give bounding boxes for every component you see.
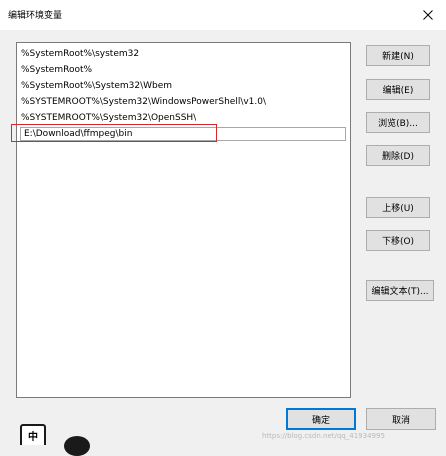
delete-button[interactable]: 删除(D)	[366, 145, 430, 166]
move-down-button[interactable]: 下移(O)	[366, 230, 430, 251]
edit-text-button[interactable]: 编辑文本(T)...	[366, 280, 434, 301]
ime-indicator[interactable]: 中	[20, 424, 46, 445]
path-list-item[interactable]: %SystemRoot%\system32	[21, 47, 139, 61]
edit-button[interactable]: 编辑(E)	[366, 79, 430, 100]
title-bar: 编辑环境变量	[0, 0, 446, 30]
new-button[interactable]: 新建(N)	[366, 45, 430, 66]
browse-button[interactable]: 浏览(B)...	[366, 112, 430, 133]
close-icon[interactable]	[418, 6, 438, 24]
move-up-button[interactable]: 上移(U)	[366, 197, 430, 218]
watermark: https://blog.csdn.net/qq_41934995	[262, 432, 385, 440]
path-list-item[interactable]: %SYSTEMROOT%\System32\OpenSSH\	[21, 111, 196, 125]
window-title: 编辑环境变量	[8, 11, 63, 21]
path-list-item[interactable]: %SystemRoot%	[21, 63, 92, 77]
path-list-item[interactable]: %SYSTEMROOT%\System32\WindowsPowerShell\…	[21, 95, 266, 109]
edit-env-var-dialog: 编辑环境变量 %SystemRoot%\system32 %SystemRoot…	[0, 0, 446, 456]
taskbar-icon[interactable]	[64, 436, 90, 456]
path-list[interactable]: %SystemRoot%\system32 %SystemRoot% %Syst…	[16, 42, 351, 398]
ok-button[interactable]: 确定	[286, 408, 356, 430]
path-edit-field[interactable]: E:\Download\ffmpeg\bin	[20, 127, 346, 141]
cancel-button[interactable]: 取消	[366, 408, 436, 430]
path-edit-value: E:\Download\ffmpeg\bin	[24, 129, 133, 139]
path-list-item[interactable]: %SystemRoot%\System32\Wbem	[21, 79, 172, 93]
